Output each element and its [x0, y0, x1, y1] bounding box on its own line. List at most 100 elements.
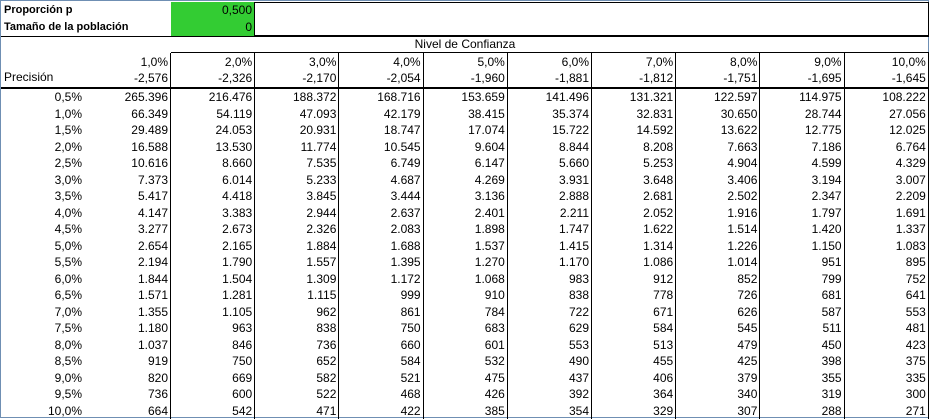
sample-size-cell[interactable]: 752 [845, 271, 929, 288]
sample-size-cell[interactable]: 2.637 [340, 205, 424, 222]
sample-size-cell[interactable]: 584 [340, 353, 424, 370]
precision-cell[interactable]: 3,5% [1, 188, 82, 205]
sample-size-cell[interactable]: 3.444 [340, 188, 424, 205]
sample-size-cell[interactable]: 490 [508, 353, 592, 370]
sample-size-cell[interactable]: 423 [845, 337, 929, 354]
sample-size-cell[interactable]: 3.648 [592, 172, 676, 189]
sample-size-cell[interactable]: 1.105 [171, 304, 255, 321]
sample-size-cell[interactable]: 1.844 [87, 271, 171, 288]
sample-size-cell[interactable]: 1.797 [761, 205, 845, 222]
precision-cell[interactable]: 1,0% [1, 106, 82, 123]
sample-size-cell[interactable]: 479 [676, 337, 760, 354]
sample-size-cell[interactable]: 587 [761, 304, 845, 321]
precision-cell[interactable]: 8,5% [1, 353, 82, 370]
sample-size-cell[interactable]: 1.170 [508, 254, 592, 271]
sample-size-cell[interactable]: 141.496 [508, 89, 592, 106]
sample-size-cell[interactable]: 6.749 [340, 155, 424, 172]
sample-size-cell[interactable]: 42.179 [340, 106, 424, 123]
sample-size-cell[interactable]: 319 [761, 386, 845, 403]
precision-cell[interactable]: 10,0% [1, 403, 82, 419]
sample-size-cell[interactable]: 1.688 [340, 238, 424, 255]
sample-size-cell[interactable]: 3.931 [508, 172, 592, 189]
precision-cell[interactable]: 6,5% [1, 287, 82, 304]
sample-size-cell[interactable]: 919 [87, 353, 171, 370]
sample-size-cell[interactable]: 426 [424, 386, 508, 403]
column-header[interactable]: 3,0%-2,170 [255, 53, 339, 87]
column-header[interactable]: 7,0%-1,812 [592, 53, 676, 87]
sample-size-cell[interactable]: 799 [761, 271, 845, 288]
sample-size-cell[interactable]: 681 [761, 287, 845, 304]
sample-size-cell[interactable]: 4.269 [424, 172, 508, 189]
sample-size-cell[interactable]: 1.037 [87, 337, 171, 354]
sample-size-cell[interactable]: 522 [255, 386, 339, 403]
sample-size-cell[interactable]: 471 [255, 403, 339, 419]
sample-size-cell[interactable]: 2.083 [340, 221, 424, 238]
sample-size-cell[interactable]: 3.136 [424, 188, 508, 205]
sample-size-cell[interactable]: 10.545 [340, 139, 424, 156]
precision-cell[interactable]: 8,0% [1, 337, 82, 354]
sample-size-cell[interactable]: 1.420 [761, 221, 845, 238]
sample-size-cell[interactable]: 8.844 [508, 139, 592, 156]
sample-size-cell[interactable]: 28.744 [761, 106, 845, 123]
sample-size-cell[interactable]: 450 [761, 337, 845, 354]
precision-cell[interactable]: 6,0% [1, 271, 82, 288]
sample-size-cell[interactable]: 778 [592, 287, 676, 304]
sample-size-cell[interactable]: 1.281 [171, 287, 255, 304]
sample-size-cell[interactable]: 340 [676, 386, 760, 403]
sample-size-cell[interactable]: 629 [508, 320, 592, 337]
sample-size-cell[interactable]: 1.884 [255, 238, 339, 255]
sample-size-cell[interactable]: 1.337 [845, 221, 929, 238]
sample-size-cell[interactable]: 18.747 [340, 122, 424, 139]
sample-size-cell[interactable]: 910 [424, 287, 508, 304]
sample-size-cell[interactable]: 271 [845, 403, 929, 419]
column-header[interactable]: 1,0%-2,576 [87, 53, 171, 87]
sample-size-cell[interactable]: 2.888 [508, 188, 592, 205]
column-header[interactable]: 6,0%-1,881 [508, 53, 592, 87]
sample-size-cell[interactable]: 4.147 [87, 205, 171, 222]
sample-size-cell[interactable]: 736 [255, 337, 339, 354]
sample-size-cell[interactable]: 422 [340, 403, 424, 419]
sample-size-cell[interactable]: 335 [845, 370, 929, 387]
sample-size-cell[interactable]: 35.374 [508, 106, 592, 123]
sample-size-cell[interactable]: 364 [592, 386, 676, 403]
sample-size-cell[interactable]: 9.604 [424, 139, 508, 156]
sample-size-cell[interactable]: 671 [592, 304, 676, 321]
precision-cell[interactable]: 2,5% [1, 155, 82, 172]
sample-size-cell[interactable]: 1.309 [255, 271, 339, 288]
sample-size-cell[interactable]: 669 [171, 370, 255, 387]
sample-size-cell[interactable]: 475 [424, 370, 508, 387]
sample-size-cell[interactable]: 1.557 [255, 254, 339, 271]
sample-size-cell[interactable]: 216.476 [171, 89, 255, 106]
sample-size-cell[interactable]: 2.052 [592, 205, 676, 222]
sample-size-cell[interactable]: 521 [340, 370, 424, 387]
sample-size-cell[interactable]: 750 [171, 353, 255, 370]
sample-size-cell[interactable]: 16.588 [87, 139, 171, 156]
sample-size-cell[interactable]: 3.845 [255, 188, 339, 205]
sample-size-cell[interactable]: 468 [340, 386, 424, 403]
sample-size-cell[interactable]: 392 [508, 386, 592, 403]
precision-cell[interactable]: 9,5% [1, 386, 82, 403]
sample-size-cell[interactable]: 2.673 [171, 221, 255, 238]
sample-size-cell[interactable]: 1.691 [845, 205, 929, 222]
sample-size-cell[interactable]: 13.530 [171, 139, 255, 156]
sample-size-cell[interactable]: 5.660 [508, 155, 592, 172]
sample-size-cell[interactable]: 1.086 [592, 254, 676, 271]
sample-size-cell[interactable]: 406 [592, 370, 676, 387]
sample-size-cell[interactable]: 168.716 [340, 89, 424, 106]
sample-size-cell[interactable]: 114.975 [761, 89, 845, 106]
sample-size-cell[interactable]: 47.093 [255, 106, 339, 123]
sample-size-cell[interactable]: 726 [676, 287, 760, 304]
sample-size-cell[interactable]: 1.790 [171, 254, 255, 271]
sample-size-cell[interactable]: 4.599 [761, 155, 845, 172]
sample-size-cell[interactable]: 1.395 [340, 254, 424, 271]
sample-size-cell[interactable]: 912 [592, 271, 676, 288]
sample-size-cell[interactable]: 1.172 [340, 271, 424, 288]
sample-size-cell[interactable]: 3.383 [171, 205, 255, 222]
sample-size-cell[interactable]: 600 [171, 386, 255, 403]
sample-size-cell[interactable]: 962 [255, 304, 339, 321]
sample-size-cell[interactable]: 2.211 [508, 205, 592, 222]
sample-size-cell[interactable]: 379 [676, 370, 760, 387]
column-header[interactable]: 5,0%-1,960 [424, 53, 508, 87]
sample-size-cell[interactable]: 6.147 [424, 155, 508, 172]
sample-size-cell[interactable]: 54.119 [171, 106, 255, 123]
